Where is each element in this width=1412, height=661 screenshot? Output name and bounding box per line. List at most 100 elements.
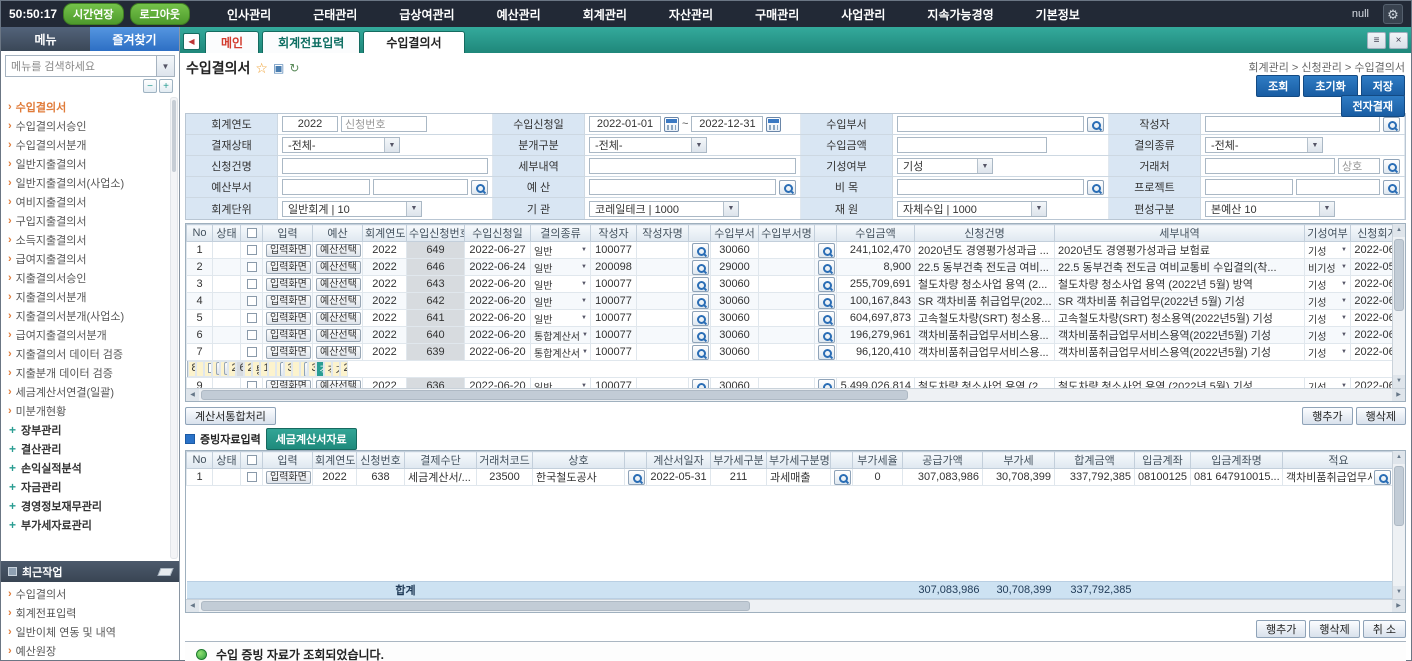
top-menu-item[interactable]: 인사관리: [206, 6, 292, 23]
calendar-icon[interactable]: [664, 117, 679, 132]
income-row[interactable]: 5입력화면예산선택20226412022-06-20일반▼10007730060…: [187, 310, 1393, 327]
detail-input[interactable]: [589, 158, 796, 174]
search-icon[interactable]: [1383, 180, 1400, 195]
budget-select-button[interactable]: 예산선택: [316, 261, 361, 274]
sidebar-item[interactable]: ›수입결의서: [8, 97, 167, 116]
menu-search-select[interactable]: 메뉴를 검색하세요 ▼: [5, 55, 175, 77]
sidebar-item[interactable]: ›지출결의서분개(사업소): [8, 306, 167, 325]
search-icon[interactable]: [692, 243, 709, 258]
row-checkbox[interactable]: [247, 330, 257, 340]
income-row[interactable]: 8입력화면예산선택20226382022-06-20통합계산서▼10007730…: [187, 361, 213, 377]
scrollbar-thumb[interactable]: [1394, 239, 1404, 311]
income-row[interactable]: 2입력화면예산선택20226462022-06-24일반▼20009829000…: [187, 259, 1393, 276]
agency-select[interactable]: 코레일테크 | 1000▼: [589, 201, 739, 217]
refresh-icon[interactable]: ↻: [289, 61, 299, 75]
sidebar-item[interactable]: ›지출결의서 데이터 검증: [8, 344, 167, 363]
add-row-button[interactable]: 행추가: [1256, 620, 1306, 638]
decision-type-cell-dropdown[interactable]: 일반▼: [534, 260, 587, 275]
search-icon[interactable]: [692, 311, 709, 326]
sidebar-tab-favorites[interactable]: 즐겨찾기: [90, 27, 179, 51]
invoice-merge-button[interactable]: 계산서통합처리: [185, 407, 276, 425]
search-icon[interactable]: [692, 294, 709, 309]
sidebar-item[interactable]: ›일반지출결의서: [8, 154, 167, 173]
top-menu-item[interactable]: 자산관리: [648, 6, 734, 23]
select-all-checkbox[interactable]: [247, 455, 257, 465]
top-menu-item[interactable]: 구매관리: [734, 6, 820, 23]
completion-cell-dropdown[interactable]: 기성▼: [1308, 277, 1347, 292]
input-screen-button[interactable]: 입력화면: [266, 278, 311, 291]
sidebar-item[interactable]: ›소득지출결의서: [8, 230, 167, 249]
screen-icon[interactable]: ▣: [273, 61, 284, 75]
row-checkbox[interactable]: [247, 245, 257, 255]
input-screen-button[interactable]: 입력화면: [266, 244, 311, 257]
request-name-input[interactable]: [282, 158, 488, 174]
expense-item-input[interactable]: [897, 179, 1084, 195]
expand-plus-icon[interactable]: +: [8, 518, 17, 532]
search-icon[interactable]: [692, 379, 709, 389]
sidebar-group[interactable]: +장부관리: [8, 420, 167, 439]
extend-time-button[interactable]: 시간연장: [63, 3, 123, 25]
top-menu-item[interactable]: 지속가능경영: [906, 6, 1014, 23]
journal-type-select[interactable]: -전체-▼: [589, 137, 707, 153]
scrollbar-thumb[interactable]: [1394, 466, 1404, 526]
vertical-scrollbar[interactable]: ▲ ▼: [1392, 451, 1405, 599]
scrollbar-thumb[interactable]: [201, 390, 908, 400]
row-checkbox[interactable]: [247, 262, 257, 272]
scrollbar-thumb[interactable]: [201, 601, 750, 611]
collapse-all-button[interactable]: −: [143, 79, 157, 93]
sidebar-group[interactable]: +손익실적분석: [8, 458, 167, 477]
chevron-down-icon[interactable]: ▼: [156, 56, 174, 76]
account-unit-select[interactable]: 일반회계 | 10▼: [282, 201, 422, 217]
row-checkbox[interactable]: [247, 347, 257, 357]
select-all-checkbox[interactable]: [247, 228, 257, 238]
recent-item[interactable]: ›수입결의서: [8, 584, 175, 603]
input-screen-button[interactable]: 입력화면: [266, 471, 311, 484]
expand-all-button[interactable]: +: [159, 79, 173, 93]
completion-cell-dropdown[interactable]: 기성▼: [1308, 379, 1347, 389]
sidebar-item[interactable]: ›급여지출결의서: [8, 249, 167, 268]
income-row[interactable]: 7입력화면예산선택20226392022-06-20통합계산서▼10007730…: [187, 344, 1393, 361]
income-row[interactable]: 1입력화면예산선택20226492022-06-27일반▼10007730060…: [187, 242, 1393, 259]
budget-select-button[interactable]: 예산선택: [316, 295, 361, 308]
income-row[interactable]: 3입력화면예산선택20226432022-06-20일반▼10007730060…: [187, 276, 1393, 293]
recent-item[interactable]: ›회계전표입력: [8, 603, 175, 622]
sidebar-item[interactable]: ›지출결의서분개: [8, 287, 167, 306]
sidebar-group[interactable]: +부가세자료관리: [8, 515, 167, 534]
horizontal-scrollbar[interactable]: ◀ ▶: [186, 599, 1405, 612]
delete-row-button[interactable]: 행삭제: [1309, 620, 1359, 638]
sidebar-group[interactable]: +경영정보재무관리: [8, 496, 167, 515]
row-checkbox[interactable]: [247, 296, 257, 306]
request-no-input[interactable]: [341, 116, 427, 132]
favorite-star-icon[interactable]: ☆: [255, 60, 268, 77]
search-icon[interactable]: [818, 345, 835, 360]
top-menu-item[interactable]: 기본정보: [1015, 6, 1101, 23]
search-icon[interactable]: [1087, 117, 1104, 132]
search-icon[interactable]: [818, 243, 835, 258]
row-checkbox[interactable]: [247, 381, 257, 388]
sidebar-item[interactable]: ›구입지출결의서: [8, 211, 167, 230]
search-icon[interactable]: [818, 277, 835, 292]
income-row[interactable]: 9입력화면예산선택20226362022-06-20일반▼10007730060…: [187, 378, 1393, 389]
top-menu-item[interactable]: 급상여관리: [378, 6, 475, 23]
completion-cell-dropdown[interactable]: 기성▼: [1308, 294, 1347, 309]
top-menu-item[interactable]: 근태관리: [292, 6, 378, 23]
tab-close-icon[interactable]: ×: [1389, 32, 1408, 49]
row-checkbox[interactable]: [247, 472, 257, 482]
expand-plus-icon[interactable]: +: [8, 461, 17, 475]
search-icon[interactable]: [818, 311, 835, 326]
project-name-input[interactable]: [1296, 179, 1380, 195]
income-row[interactable]: 6입력화면예산선택20226402022-06-20통합계산서▼10007730…: [187, 327, 1393, 344]
sidebar-item[interactable]: ›수입결의서승인: [8, 116, 167, 135]
settings-gear-icon[interactable]: ⚙: [1383, 4, 1403, 24]
date-from-input[interactable]: [589, 116, 661, 132]
decision-type-cell-dropdown[interactable]: 통합계산서▼: [534, 345, 587, 360]
sidebar-item[interactable]: ›일반지출결의서(사업소): [8, 173, 167, 192]
sidebar-scrollbar[interactable]: [170, 97, 178, 559]
search-button[interactable]: 조회: [1256, 75, 1300, 97]
expand-plus-icon[interactable]: +: [8, 423, 17, 437]
calendar-icon[interactable]: [766, 117, 781, 132]
sidebar-item[interactable]: ›지출분개 데이터 검증: [8, 363, 167, 382]
sidebar-item[interactable]: ›수입결의서분개: [8, 135, 167, 154]
fiscal-year-input[interactable]: [282, 116, 338, 132]
vendor-name-input[interactable]: [1338, 158, 1380, 174]
